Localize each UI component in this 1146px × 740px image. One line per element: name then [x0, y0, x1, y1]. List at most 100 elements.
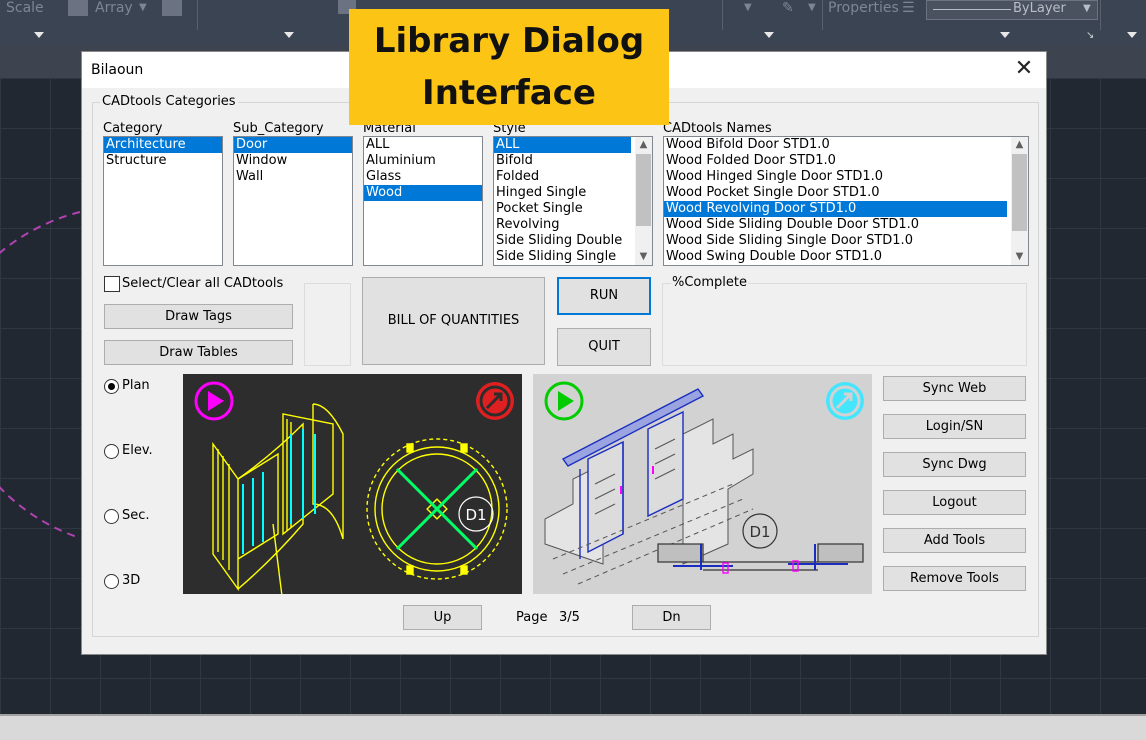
cadtools-names-listbox[interactable]: Wood Bifold Door STD1.0 Wood Folded Door…: [663, 136, 1029, 266]
close-icon[interactable]: ✕: [1011, 58, 1037, 82]
dropdown-icon[interactable]: ▼: [808, 2, 816, 13]
banner-line-1: Library Dialog: [373, 21, 645, 61]
ribbon-separator: [822, 0, 823, 30]
door-tag: D1: [742, 513, 778, 549]
list-icon[interactable]: ☰: [902, 0, 915, 16]
list-item[interactable]: Wood Hinged Single Door STD1.0: [664, 169, 1007, 185]
list-item[interactable]: Wood Revolving Door STD1.0: [664, 201, 1007, 217]
scroll-thumb[interactable]: [636, 154, 651, 226]
list-item[interactable]: Hinged Single: [494, 185, 631, 201]
panel-expand-icon[interactable]: [1000, 32, 1010, 38]
list-item[interactable]: Architecture: [104, 137, 222, 153]
elev-label[interactable]: Elev.: [122, 443, 153, 458]
plan-radio[interactable]: [104, 379, 119, 394]
select-all-checkbox[interactable]: [104, 276, 120, 292]
array-label[interactable]: Array: [95, 0, 133, 16]
sync-dwg-button[interactable]: Sync Dwg: [883, 452, 1026, 477]
group-title: CADtools Categories: [100, 94, 238, 109]
list-item[interactable]: ALL: [364, 137, 482, 153]
list-item[interactable]: Side Sliding Single: [494, 249, 631, 265]
door-tag-text: D1: [465, 506, 486, 524]
status-bar: [0, 714, 1146, 740]
list-item[interactable]: Side Sliding Double: [494, 233, 631, 249]
list-item[interactable]: Wood Side Sliding Double Door STD1.0: [664, 217, 1007, 233]
sync-web-button[interactable]: Sync Web: [883, 376, 1026, 401]
list-item[interactable]: Wood Pocket Single Door STD1.0: [664, 185, 1007, 201]
list-item[interactable]: Wood Bifold Door STD1.0: [664, 137, 1007, 153]
array-dropdown-icon[interactable]: ▼: [139, 2, 147, 13]
array-icon[interactable]: [68, 0, 88, 16]
list-item[interactable]: Revolving: [494, 217, 631, 233]
sub-category-label: Sub_Category: [233, 121, 324, 136]
logout-button[interactable]: Logout: [883, 490, 1026, 515]
panel-expand-icon[interactable]: [284, 32, 294, 38]
elev-radio[interactable]: [104, 444, 119, 459]
dialog-launcher-icon[interactable]: ↘: [1086, 30, 1094, 41]
list-item[interactable]: Wood Swing Double Door STD1.0: [664, 249, 1007, 265]
insert-icon[interactable]: [826, 382, 864, 420]
percent-complete-label: %Complete: [671, 275, 749, 290]
page-up-button[interactable]: Up: [403, 605, 482, 630]
sec-label[interactable]: Sec.: [122, 508, 150, 523]
material-listbox[interactable]: ALL Aluminium Glass Wood: [363, 136, 483, 266]
revolving-door-3d: [212, 403, 344, 605]
dropdown-icon[interactable]: ▼: [744, 2, 752, 13]
panel-expand-icon[interactable]: [34, 32, 44, 38]
scroll-thumb[interactable]: [1012, 154, 1027, 231]
panel-expand-icon[interactable]: [764, 32, 774, 38]
list-item[interactable]: Glass: [364, 169, 482, 185]
list-item[interactable]: Wood Side Sliding Single Door STD1.0: [664, 233, 1007, 249]
remove-tools-button[interactable]: Remove Tools: [883, 566, 1026, 591]
list-item[interactable]: ALL: [494, 137, 631, 153]
list-item[interactable]: Folded: [494, 169, 631, 185]
list-item[interactable]: Wood: [364, 185, 482, 201]
list-item[interactable]: Aluminium: [364, 153, 482, 169]
list-item[interactable]: Bifold: [494, 153, 631, 169]
add-tools-button[interactable]: Add Tools: [883, 528, 1026, 553]
stamp-icon[interactable]: [162, 0, 182, 16]
scroll-up-icon[interactable]: ▲: [1011, 137, 1028, 153]
ribbon-separator: [1100, 0, 1101, 30]
canvas-circle-drawing: [0, 211, 81, 539]
3d-radio[interactable]: [104, 574, 119, 589]
list-item[interactable]: Door: [234, 137, 352, 153]
play-icon[interactable]: [194, 381, 234, 421]
list-item[interactable]: Window: [234, 153, 352, 169]
login-sn-button[interactable]: Login/SN: [883, 414, 1026, 439]
style-listbox[interactable]: ALL Bifold Folded Hinged Single Pocket S…: [493, 136, 653, 266]
panel-expand-icon[interactable]: [1127, 32, 1137, 38]
match-properties-icon[interactable]: ✎: [782, 0, 794, 16]
scroll-down-icon[interactable]: ▼: [1011, 249, 1028, 265]
select-all-label[interactable]: Select/Clear all CADtools: [122, 276, 283, 291]
run-button[interactable]: RUN: [557, 277, 651, 315]
linetype-dropdown[interactable]: ByLayer ▼: [926, 0, 1098, 20]
list-item[interactable]: Wood Folded Door STD1.0: [664, 153, 1007, 169]
draw-tags-button[interactable]: Draw Tags: [104, 304, 293, 329]
scroll-up-icon[interactable]: ▲: [635, 137, 652, 153]
draw-tables-button[interactable]: Draw Tables: [104, 340, 293, 365]
sub-category-listbox[interactable]: Door Window Wall: [233, 136, 353, 266]
names-scrollbar[interactable]: ▲ ▼: [1011, 137, 1028, 265]
category-listbox[interactable]: Architecture Structure: [103, 136, 223, 266]
sec-radio[interactable]: [104, 509, 119, 524]
quit-button[interactable]: QUIT: [557, 328, 651, 366]
page-down-button[interactable]: Dn: [632, 605, 711, 630]
insert-icon[interactable]: [476, 382, 514, 420]
ribbon-separator: [197, 0, 198, 30]
bill-of-quantities-button[interactable]: BILL OF QUANTITIES: [362, 277, 545, 365]
cadtools-names-label: CADtools Names: [663, 121, 772, 136]
door-tag: D1: [458, 496, 494, 532]
scroll-down-icon[interactable]: ▼: [635, 249, 652, 265]
plan-label[interactable]: Plan: [122, 378, 150, 393]
3d-label[interactable]: 3D: [122, 573, 140, 588]
list-item[interactable]: Wall: [234, 169, 352, 185]
dialog-title: Bilaoun: [91, 62, 144, 78]
revolving-door-preview[interactable]: D1: [183, 374, 522, 605]
sliding-door-preview[interactable]: D1: [533, 374, 872, 594]
list-item[interactable]: Pocket Single: [494, 201, 631, 217]
list-item[interactable]: Structure: [104, 153, 222, 169]
style-scrollbar[interactable]: ▲ ▼: [635, 137, 652, 265]
play-icon[interactable]: [544, 381, 584, 421]
scale-label[interactable]: Scale: [6, 0, 44, 16]
properties-label[interactable]: Properties: [828, 0, 899, 16]
